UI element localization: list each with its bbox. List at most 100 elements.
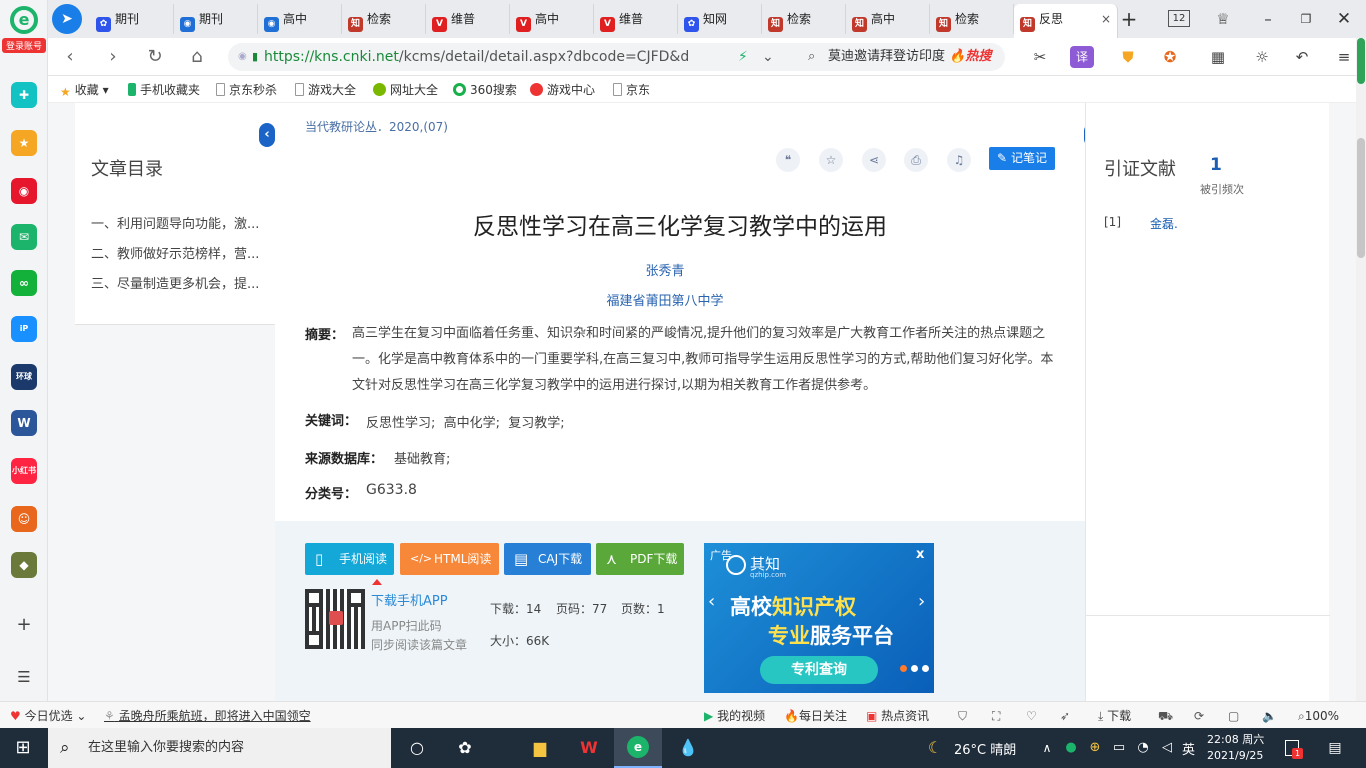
print-icon[interactable]: ⎙ [904,148,928,172]
input-method-indicator[interactable]: 英 [1182,739,1195,758]
taskbar-date[interactable]: 2021/9/25 [1207,749,1263,762]
toc-item[interactable]: 一、利用问题导向功能，激... [91,213,259,232]
send-arrow-icon[interactable]: ➤ [52,4,82,34]
hot-search-badge[interactable]: 🔥热搜 [949,49,991,64]
tray-360-icon[interactable]: ● [1058,736,1084,760]
vertical-scrollbar[interactable] [1356,38,1366,701]
scrollbar-thumb[interactable] [1357,138,1365,258]
taskbar-weather[interactable]: 26°C 晴朗 [954,739,1016,758]
today-picks-button[interactable]: ♥ 今日优选 ⌄ [10,707,86,725]
reload-button[interactable]: ↻ [141,44,169,70]
ip-app-icon[interactable]: iP [11,316,37,342]
cite-quote-icon[interactable]: ❝ [776,148,800,172]
word-document-icon[interactable]: W [11,410,37,436]
article-author[interactable]: 张秀青 [275,260,1055,279]
taskbar-search-box[interactable]: ⌕ 在这里输入你要搜索的内容 [48,728,391,768]
heart-pulse-icon[interactable]: ♡ [1026,707,1037,725]
ad-dot[interactable] [900,665,907,672]
browser-tab[interactable]: 知检索 [342,4,426,34]
action-center-icon[interactable]: ▤ [1322,736,1348,760]
ad-cta-button[interactable]: 专利查询 [760,656,878,684]
cortana-circle-icon[interactable]: ○ [404,736,430,760]
link-app-icon[interactable]: ∞ [11,270,37,296]
restore-window-button[interactable]: ❐ [1292,4,1320,34]
tray-expand-icon[interactable]: ∧ [1034,736,1060,760]
bookmark-jd-seckill[interactable]: 京东秒杀 [216,81,277,99]
citation-author[interactable]: 金磊. [1150,215,1178,232]
windows-start-icon[interactable]: ⊞ [10,736,36,760]
brightness-icon[interactable]: ☼ [1250,46,1274,68]
home-button[interactable]: ⌂ [183,44,211,70]
url-bar[interactable]: ◉ ▮ https://kns.cnki.net/kcms/detail/det… [228,43,833,71]
article-institution[interactable]: 福建省莆田第八中学 [275,290,1055,309]
favorite-star-icon[interactable]: ☆ [819,148,843,172]
new-tab-button[interactable]: + [1116,4,1142,34]
ad-close-button[interactable]: x [916,547,924,562]
undo-icon[interactable]: ↶ [1290,46,1314,68]
file-explorer-icon[interactable]: ▆ [527,736,553,760]
scissors-icon[interactable]: ✂ [1028,46,1052,68]
browser-tab[interactable]: V 维普 [426,4,510,34]
rocket-icon[interactable]: ➶ [1060,707,1070,725]
translate-icon[interactable]: 译 [1070,46,1094,68]
bookmark-url-portal[interactable]: 网址大全 [373,81,438,99]
news-ticker-link[interactable]: ⚘ 孟晚舟所乘航班，即将进入中国领空 [104,707,311,725]
browser-tab[interactable]: ✿ 知网 [678,4,762,34]
browser-tab[interactable]: ✿ 期刊 [90,4,174,34]
browser-tab[interactable]: 知高中 [846,4,930,34]
wps-office-icon[interactable]: W [576,736,602,760]
coupon-shield-icon[interactable]: ⛊ [1116,46,1140,68]
window-icon[interactable]: ▢ [1228,707,1239,725]
bookmark-360search[interactable]: 360搜索 [453,81,517,99]
share-icon[interactable]: ⋖ [862,148,886,172]
mobile-read-button[interactable]: ▯ 手机阅读 [305,543,394,575]
browser-tab[interactable]: ◉ 高中 [258,4,342,34]
mail-icon[interactable]: ✉ [11,224,37,250]
ad-prev-icon[interactable]: ‹ [708,591,715,612]
daily-focus-button[interactable]: 🔥每日关注 [784,707,847,725]
hot-news-button[interactable]: ▣ 热点资讯 [866,707,929,725]
plus-cross-app-icon[interactable]: ✚ [11,82,37,108]
forward-button[interactable]: › [99,44,127,70]
html-read-button[interactable]: </> HTML阅读 [400,543,499,575]
game-character-icon[interactable]: ☺ [11,506,37,532]
collapse-toc-button[interactable]: ‹ [259,123,275,147]
bookmark-mobile[interactable]: 手机收藏夹 [128,81,200,99]
car-mode-icon[interactable]: ⛟ [1158,707,1173,725]
minimize-window-button[interactable]: – [1254,4,1282,34]
download-app-link[interactable]: 下载手机APP [371,590,448,609]
weibo-icon[interactable]: ◉ [11,178,37,204]
ad-banner[interactable]: 广告 其知 qzhip.com x ‹ › 高校知识产权 专业服务平台 专利查询 [704,543,934,693]
browser-menu-icon[interactable]: ≡ [1332,46,1356,68]
refresh-circle-icon[interactable]: ⟳ [1194,707,1204,725]
close-tab-icon[interactable]: × [1101,4,1111,34]
browser-tab[interactable]: V 维普 [594,4,678,34]
back-button[interactable]: ‹ [56,44,84,70]
pdf-download-button[interactable]: ⋏ PDF下载 [596,543,684,575]
bookmark-game-center[interactable]: 游戏中心 [530,81,595,99]
battery-icon[interactable]: ▭ [1106,736,1132,760]
browser-tab[interactable]: ◉ 期刊 [174,4,258,34]
volume-icon[interactable]: ◁ [1154,736,1180,760]
bookmark-favorites[interactable]: ★ 收藏 ▾ [60,81,109,99]
taskbar-browser-active[interactable]: e [614,728,662,768]
caj-download-button[interactable]: ▤ CAJ下载 [504,543,591,575]
shirt-skin-icon[interactable]: ♕ [1210,4,1236,34]
global-web-icon[interactable]: 环球 [11,364,37,390]
speed-mode-icon[interactable]: ⚡ [738,43,748,71]
xiaohongshu-icon[interactable]: 小红书 [11,458,37,484]
notifications-icon[interactable]: 1 [1285,740,1303,759]
download-manager-button[interactable]: ⤓ 下载 [1098,707,1131,725]
keywords-list[interactable]: 反思性学习; 高中化学; 复习教学; [366,412,565,431]
zoom-level-button[interactable]: ⌕100% [1298,707,1339,725]
add-sidebar-app-icon[interactable]: + [11,612,37,638]
alert-bell-icon[interactable]: ♫ [947,148,971,172]
browser-tab[interactable]: V 高中 [510,4,594,34]
paint-drop-icon[interactable]: 💧 [675,736,701,760]
browser-tab[interactable]: 知检索 [930,4,1014,34]
site-info-icon[interactable]: ◉ [238,43,247,71]
search-box[interactable]: ⌕ 莫迪邀请拜登访印度 🔥热搜 [800,43,1005,71]
pubg-game-icon[interactable]: ◆ [11,552,37,578]
browser-tab[interactable]: 知反思 × [1014,4,1118,38]
apps-grid-icon[interactable]: ▦ [1206,46,1230,68]
